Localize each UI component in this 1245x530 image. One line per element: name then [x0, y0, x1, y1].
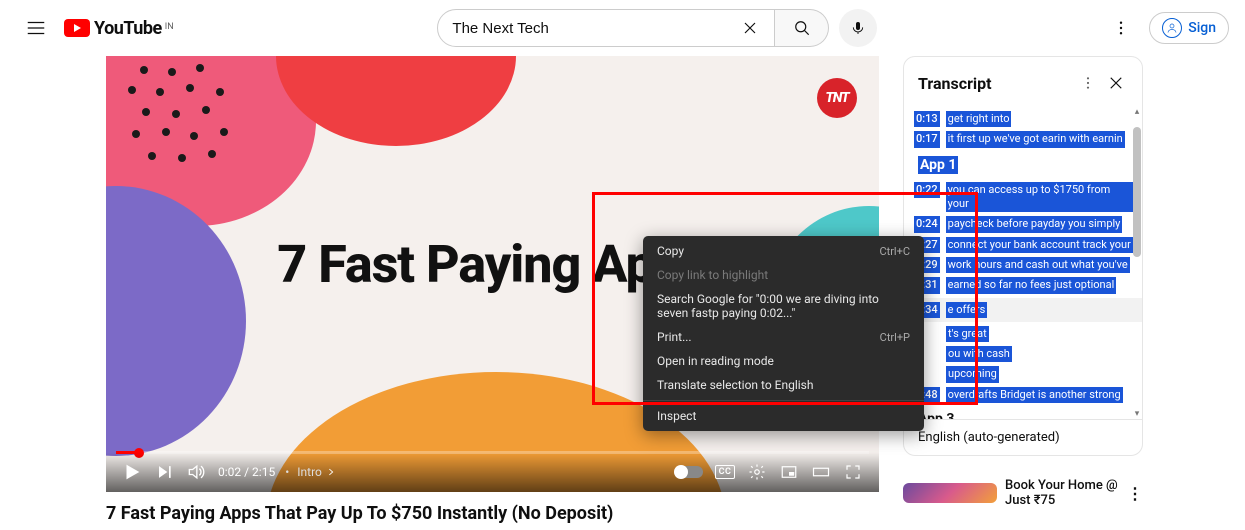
transcript-chapter[interactable]: App 1 — [914, 154, 1136, 176]
transcript-text: paycheck before payday you simply — [946, 216, 1123, 232]
cm-copy[interactable]: CopyCtrl+C — [643, 239, 924, 263]
search-button[interactable] — [775, 9, 829, 47]
transcript-row[interactable]: 0:34e offers — [904, 298, 1142, 322]
transcript-text: get right into — [946, 111, 1012, 127]
transcript-close-button[interactable] — [1102, 69, 1130, 97]
transcript-chapter[interactable]: App 3 — [914, 409, 1136, 419]
play-button[interactable] — [116, 456, 148, 488]
transcript-row[interactable]: 0:31earned so far no fees just optional — [914, 277, 1136, 293]
channel-badge: TNT — [817, 78, 857, 118]
transcript-text: overdrafts Bridget is another strong — [946, 387, 1123, 403]
youtube-country: IN — [165, 22, 174, 32]
recommendation-title: Book Your Home @ Just ₹75 — [1005, 478, 1119, 508]
search-input[interactable] — [452, 20, 740, 37]
cm-copy-link-highlight: Copy link to highlight — [643, 263, 924, 287]
header-settings-menu[interactable] — [1101, 8, 1141, 48]
transcript-row[interactable]: 0:27connect your bank account track your — [914, 237, 1136, 253]
volume-button[interactable] — [180, 456, 212, 488]
transcript-row[interactable]: 0:22 you can access up to $1750 from your — [914, 182, 1136, 213]
cm-search-google[interactable]: Search Google for "0:00 we are diving in… — [643, 287, 924, 325]
decorative-dots — [120, 64, 260, 184]
search-wrap — [437, 9, 877, 47]
transcript-row[interactable]: t's great — [914, 326, 1136, 342]
video-title: 7 Fast Paying Apps That Pay Up To $750 I… — [106, 502, 879, 525]
player-controls: 0:02 / 2:15 Intro CC — [106, 452, 879, 492]
miniplayer-button[interactable] — [773, 456, 805, 488]
fullscreen-button[interactable] — [837, 456, 869, 488]
transcript-text: t's great — [946, 326, 989, 342]
time-display: 0:02 / 2:15 — [218, 465, 275, 479]
transcript-time: 0:24 — [914, 216, 940, 232]
transcript-text: upcoming — [946, 366, 999, 382]
hamburger-menu[interactable] — [16, 8, 56, 48]
cm-inspect[interactable]: Inspect — [643, 404, 924, 428]
transcript-text: earned so far no fees just optional — [946, 277, 1117, 293]
sign-in-button[interactable]: Sign — [1149, 12, 1229, 44]
transcript-time: 0:22 — [914, 182, 940, 198]
transcript-text: it first up we've got earin with earnin — [946, 131, 1125, 147]
scroll-up-icon[interactable]: ▴ — [1132, 107, 1142, 117]
chapter-button[interactable]: Intro — [281, 465, 336, 479]
cm-reading-mode[interactable]: Open in reading mode — [643, 349, 924, 373]
transcript-text: ou with cash — [946, 346, 1012, 362]
voice-search-button[interactable] — [839, 9, 877, 47]
youtube-logo[interactable]: YouTube IN — [64, 18, 174, 39]
transcript-title: Transcript — [918, 74, 1074, 93]
recommendation-row[interactable]: Book Your Home @ Just ₹75 ⋮ — [903, 478, 1143, 508]
transcript-text: work hours and cash out what you've — [946, 257, 1130, 273]
person-icon — [1162, 18, 1182, 38]
settings-button[interactable] — [741, 456, 773, 488]
scroll-down-icon[interactable]: ▾ — [1132, 409, 1142, 419]
next-button[interactable] — [148, 456, 180, 488]
transcript-row[interactable]: ou with cash — [914, 346, 1136, 362]
recommendation-menu[interactable]: ⋮ — [1127, 484, 1143, 503]
cm-translate[interactable]: Translate selection to English — [643, 373, 924, 397]
youtube-play-icon — [64, 19, 90, 37]
transcript-text: you can access up to $1750 from your — [946, 182, 1136, 213]
scrollbar-thumb[interactable] — [1133, 127, 1141, 257]
autoplay-toggle[interactable] — [675, 466, 703, 478]
cm-print[interactable]: Print...Ctrl+P — [643, 325, 924, 349]
transcript-text: connect your bank account track your — [946, 237, 1133, 253]
header: YouTube IN Sign — [0, 0, 1245, 56]
subtitles-button[interactable]: CC — [709, 456, 741, 488]
recommendation-thumb — [903, 483, 997, 503]
theater-button[interactable] — [805, 456, 837, 488]
transcript-options-button[interactable] — [1074, 69, 1102, 97]
transcript-time: 0:17 — [914, 131, 940, 147]
transcript-panel: Transcript 0:13 get right into 0:17 it firs… — [903, 56, 1143, 456]
clear-icon[interactable] — [740, 18, 760, 38]
transcript-row[interactable]: 0:29work hours and cash out what you've — [914, 257, 1136, 273]
transcript-row[interactable]: 0:13 get right into — [914, 111, 1136, 127]
transcript-row[interactable]: upcoming — [914, 366, 1136, 382]
transcript-language-selector[interactable]: English (auto-generated) — [904, 419, 1142, 455]
search-box[interactable] — [437, 9, 775, 47]
transcript-text: e offers — [946, 302, 988, 318]
youtube-logo-text: YouTube — [94, 18, 162, 39]
sign-in-label: Sign — [1188, 20, 1216, 36]
scrollbar[interactable]: ▴ ▾ — [1132, 107, 1142, 419]
transcript-time: 0:13 — [914, 111, 940, 127]
transcript-row[interactable]: 0:24 paycheck before payday you simply — [914, 216, 1136, 232]
transcript-row[interactable]: 0:17 it first up we've got earin with ear… — [914, 131, 1136, 147]
transcript-body[interactable]: 0:13 get right into 0:17 it first up we've … — [904, 107, 1142, 419]
context-menu: CopyCtrl+C Copy link to highlight Search… — [643, 236, 924, 431]
transcript-language-label: English (auto-generated) — [918, 430, 1060, 445]
transcript-row[interactable]: 0:48overdrafts Bridget is another strong — [914, 387, 1136, 403]
